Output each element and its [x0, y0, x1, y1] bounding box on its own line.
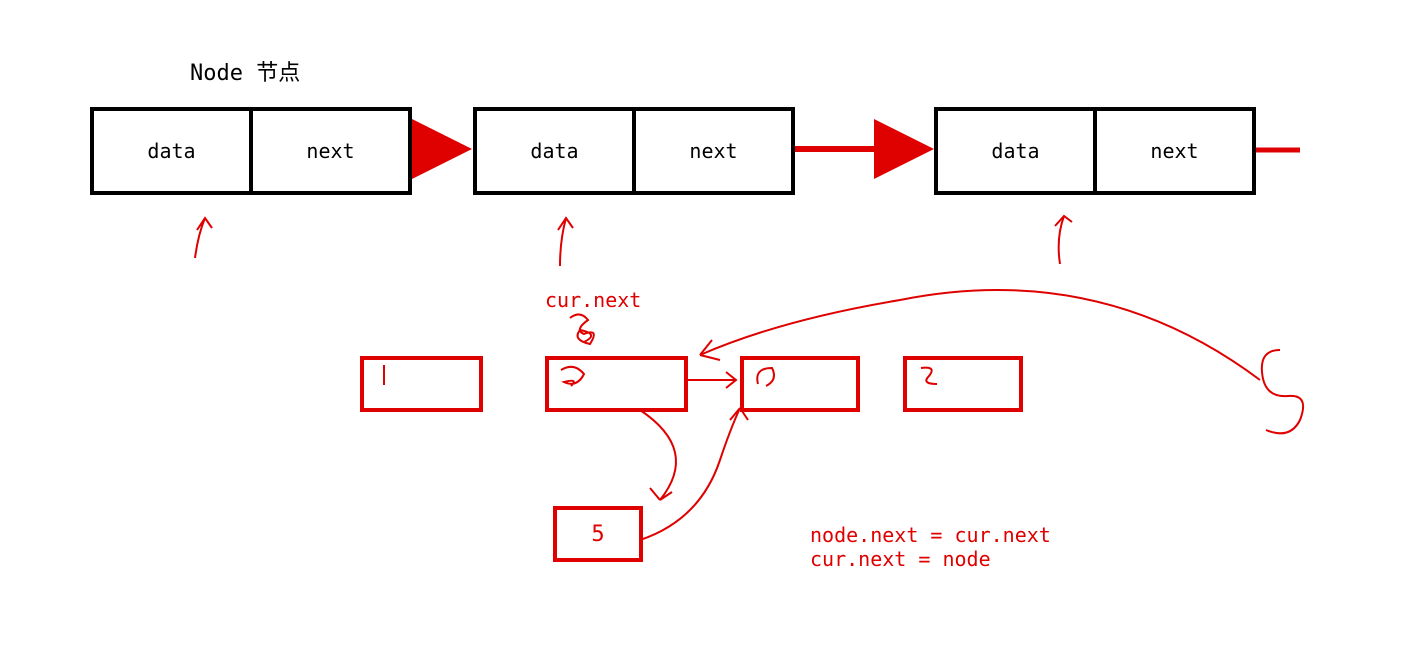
sketch-arrow-box2-to-box3 — [688, 372, 736, 388]
sketch-curve-up-arrowhead — [730, 408, 748, 420]
diagram-svg-layer — [0, 0, 1413, 666]
sketch-curve-up — [640, 408, 740, 540]
scribble-icon — [570, 314, 594, 344]
diagram-canvas: Node 节点 data next data next data next cu… — [0, 0, 1413, 666]
sketch-curve-down — [640, 410, 676, 500]
sketch-digit-5-right — [1262, 350, 1303, 433]
sketch-arrow-under-node3 — [1055, 216, 1072, 264]
sketch-arrow-under-node1 — [195, 218, 212, 258]
sketch-arrow-under-node2 — [558, 218, 573, 266]
sketch-curve-long — [700, 290, 1260, 380]
